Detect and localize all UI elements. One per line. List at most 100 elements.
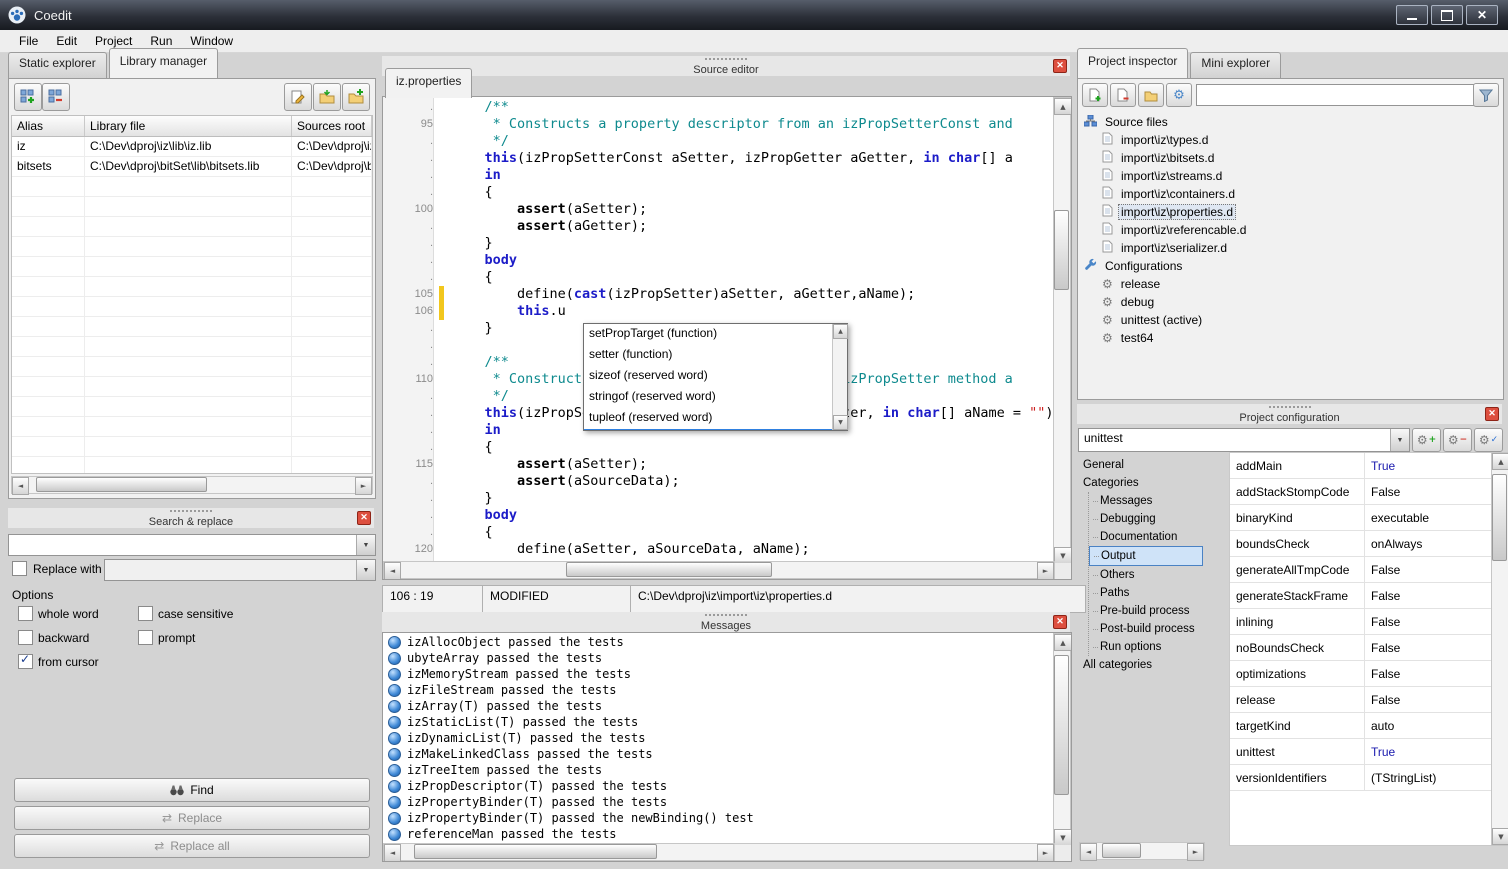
table-row[interactable] (12, 257, 372, 277)
property-value[interactable]: False (1365, 557, 1491, 582)
scroll-left-icon[interactable]: ◄ (1080, 843, 1097, 861)
message-item[interactable]: izPropertyBinder(T) passed the newBindin… (383, 810, 1055, 826)
message-item[interactable]: izPropDescriptor(T) passed the tests (383, 778, 1055, 794)
add-library-button[interactable] (14, 83, 42, 111)
code-line[interactable]: . assert(aGetter); (383, 218, 1055, 235)
column-header-alias[interactable]: Alias (12, 116, 85, 136)
code-line[interactable]: . { (383, 524, 1055, 541)
scroll-left-icon[interactable]: ◄ (384, 562, 401, 580)
completion-item[interactable]: stringof (reserved word) (584, 387, 832, 408)
tree-item-import-iz-serializer-d[interactable]: import\iz\serializer.d (1082, 239, 1499, 257)
chevron-down-icon[interactable]: ▼ (356, 560, 375, 580)
tree-item-import-iz-streams-d[interactable]: import\iz\streams.d (1082, 167, 1499, 185)
table-row[interactable] (12, 437, 372, 457)
chevron-down-icon[interactable]: ▼ (356, 535, 375, 555)
case-sensitive-checkbox[interactable] (138, 606, 153, 621)
from-cursor-checkbox[interactable] (18, 654, 33, 669)
clone-configuration-button[interactable]: ⚙✓ (1474, 428, 1503, 452)
option-whole-word[interactable]: whole word (18, 606, 138, 621)
code-editor[interactable]: . /**95 * Constructs a property descript… (382, 96, 1072, 580)
option-from-cursor[interactable]: from cursor (18, 654, 138, 669)
menu-edit[interactable]: Edit (47, 31, 86, 51)
code-line[interactable]: . { (383, 439, 1055, 456)
filter-input[interactable] (1196, 84, 1476, 106)
property-value[interactable]: False (1365, 583, 1491, 608)
option-prompt[interactable]: prompt (138, 630, 348, 645)
property-value[interactable]: auto (1365, 713, 1491, 738)
messages-panel-close-button[interactable]: ✕ (1053, 615, 1067, 629)
chevron-down-icon[interactable]: ▼ (1390, 429, 1409, 451)
property-value[interactable]: (TStringList) (1365, 765, 1491, 790)
scroll-right-icon[interactable]: ► (1037, 844, 1054, 862)
code-line[interactable]: . in (383, 167, 1055, 184)
source-editor-close-button[interactable]: ✕ (1053, 59, 1067, 73)
scroll-up-icon[interactable]: ▲ (1492, 453, 1508, 470)
message-item[interactable]: izMemoryStream passed the tests (383, 666, 1055, 682)
scroll-down-icon[interactable]: ▼ (1054, 829, 1072, 846)
property-value[interactable]: False (1365, 635, 1491, 660)
drag-grip-icon[interactable] (705, 614, 747, 619)
scroll-right-icon[interactable]: ► (1187, 843, 1204, 861)
open-library-button[interactable] (313, 83, 341, 111)
inspector-options-button[interactable]: ⚙ (1166, 83, 1192, 107)
scroll-up-icon[interactable]: ▲ (833, 324, 848, 339)
whole-word-checkbox[interactable] (18, 606, 33, 621)
table-row[interactable] (12, 417, 372, 437)
code-line[interactable]: 120 define(aSetter, aSourceData, aName); (383, 541, 1055, 558)
edit-library-button[interactable] (284, 83, 312, 111)
category-paths[interactable]: Paths (1089, 584, 1203, 602)
category-post-build-process[interactable]: Post-build process (1089, 620, 1203, 638)
remove-configuration-button[interactable]: ⚙− (1443, 428, 1472, 452)
table-row[interactable] (12, 317, 372, 337)
code-line[interactable]: . assert(aSourceData); (383, 473, 1055, 490)
code-line[interactable]: . /** (383, 99, 1055, 116)
messages-vscrollbar[interactable]: ▲▼ (1053, 633, 1071, 847)
scroll-left-icon[interactable]: ◄ (384, 844, 401, 862)
tree-item-release[interactable]: ⚙release (1082, 275, 1499, 293)
code-line[interactable]: . body (383, 507, 1055, 524)
add-sources-button[interactable] (342, 83, 370, 111)
scroll-thumb[interactable] (566, 562, 772, 577)
property-value[interactable]: True (1365, 739, 1491, 764)
close-button[interactable]: ✕ (1466, 5, 1498, 25)
scroll-up-icon[interactable]: ▲ (1054, 98, 1072, 115)
search-term-combobox[interactable]: ▼ (8, 534, 376, 556)
column-header-sources-root[interactable]: Sources root (292, 116, 372, 136)
tree-item-import-iz-bitsets-d[interactable]: import\iz\bitsets.d (1082, 149, 1499, 167)
categories-hscrollbar[interactable]: ◄► (1079, 842, 1205, 860)
tree-item-debug[interactable]: ⚙debug (1082, 293, 1499, 311)
scroll-right-icon[interactable]: ► (1037, 562, 1054, 580)
code-line[interactable]: 95 * Constructs a property descriptor fr… (383, 116, 1055, 133)
message-item[interactable]: izDynamicList(T) passed the tests (383, 730, 1055, 746)
column-header-library-file[interactable]: Library file (85, 116, 292, 136)
editor-vscrollbar[interactable]: ▲▼ (1053, 97, 1071, 565)
scroll-right-icon[interactable]: ► (355, 477, 372, 495)
tree-node-configurations[interactable]: Configurations (1082, 257, 1499, 275)
message-item[interactable]: izArray(T) passed the tests (383, 698, 1055, 714)
option-case-sensitive[interactable]: case sensitive (138, 606, 348, 621)
replace-all-button[interactable]: ⇄ Replace all (14, 834, 370, 858)
message-item[interactable]: izPropertyBinder(T) passed the tests (383, 794, 1055, 810)
message-item[interactable]: referenceMan passed the tests (383, 826, 1055, 842)
table-row[interactable] (12, 357, 372, 377)
drag-grip-icon[interactable] (705, 58, 747, 63)
clear-filter-button[interactable] (1473, 83, 1499, 107)
replace-term-combobox[interactable]: ▼ (104, 559, 376, 581)
tree-item-import-iz-properties-d[interactable]: import\iz\properties.d (1082, 203, 1499, 221)
code-line[interactable]: . { (383, 269, 1055, 286)
table-row[interactable] (12, 337, 372, 357)
tree-node-source-files[interactable]: Source files (1082, 113, 1499, 131)
message-item[interactable]: ubyteArray passed the tests (383, 650, 1055, 666)
scroll-thumb[interactable] (1102, 843, 1142, 858)
table-row[interactable] (12, 197, 372, 217)
scroll-down-icon[interactable]: ▼ (1054, 547, 1072, 564)
code-line[interactable]: . */ (383, 133, 1055, 150)
scroll-down-icon[interactable]: ▼ (1492, 828, 1508, 845)
tree-item-import-iz-types-d[interactable]: import\iz\types.d (1082, 131, 1499, 149)
category-pre-build-process[interactable]: Pre-build process (1089, 602, 1203, 620)
property-value[interactable]: executable (1365, 505, 1491, 530)
drag-grip-icon[interactable] (1269, 406, 1311, 411)
category-messages[interactable]: Messages (1089, 492, 1203, 510)
code-line[interactable]: . this(izPropSetterConst aSetter, izProp… (383, 150, 1055, 167)
library-table-hscrollbar[interactable]: ◄► (11, 476, 373, 494)
